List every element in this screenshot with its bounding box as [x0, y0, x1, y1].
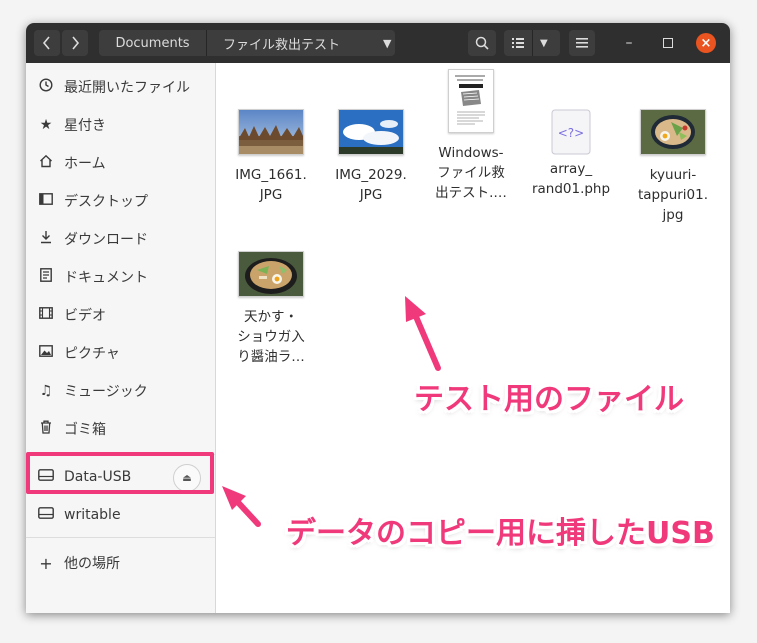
- annotation-test-files: テスト用のファイル: [414, 382, 684, 417]
- annotation-usb: データのコピー用に挿したUSB: [286, 516, 715, 551]
- arrow-to-files-icon: [405, 296, 441, 371]
- arrow-to-usb-icon: [222, 486, 261, 527]
